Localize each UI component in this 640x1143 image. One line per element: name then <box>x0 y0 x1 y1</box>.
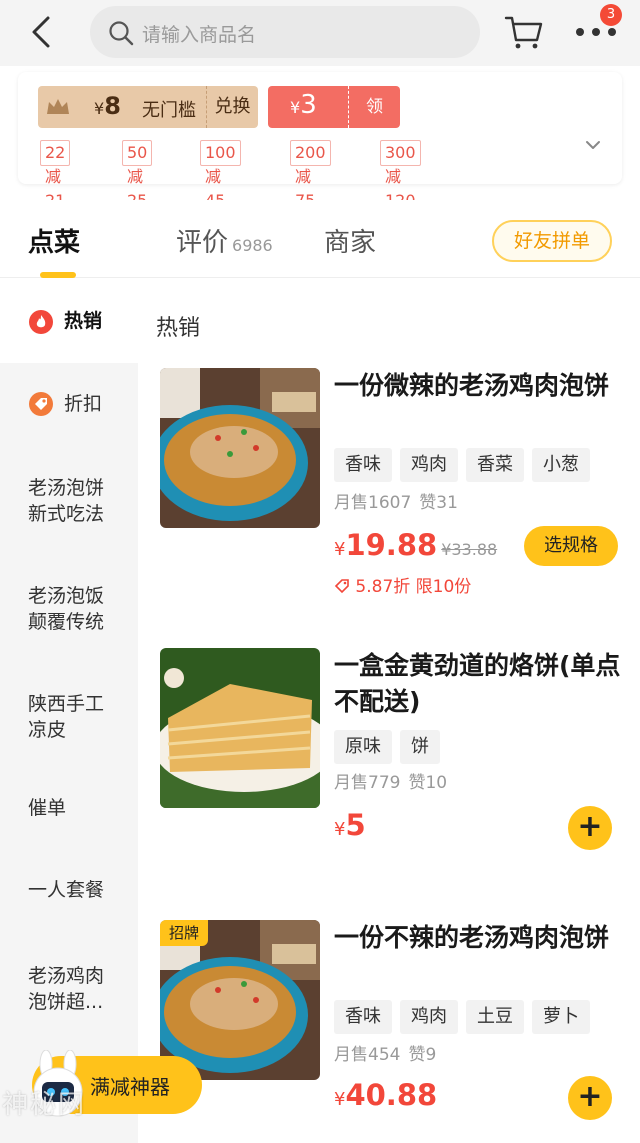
back-arrow-icon[interactable] <box>24 14 60 50</box>
product-tag: 鸡肉 <box>400 1000 458 1034</box>
product-tag: 鸡肉 <box>400 448 458 482</box>
crown-icon <box>47 99 69 114</box>
sidebar-item-label: 热销 <box>64 310 103 332</box>
product-sales: 月售454 赞9 <box>334 1040 444 1065</box>
tab-order[interactable]: 点菜 <box>28 222 80 259</box>
product-tag: 香味 <box>334 1000 392 1034</box>
sidebar-item-category[interactable]: 老汤鸡肉泡饼超... <box>0 943 138 1053</box>
product-price: ¥5 <box>334 808 366 842</box>
product-image[interactable] <box>160 368 320 528</box>
likes-count: 赞31 <box>419 493 458 513</box>
product-item[interactable]: 招牌 一份不辣的老汤鸡肉泡饼 香味 鸡肉 土豆 萝卜 月售454 赞9 ¥40.88 + <box>160 920 630 1120</box>
top-bar: 请输入商品名 3 <box>0 0 640 66</box>
tab-bar: 点菜 评价 6986 商家 好友拼单 <box>0 200 640 278</box>
search-icon <box>109 21 134 46</box>
red-coupon[interactable]: ¥3 领 <box>268 86 400 128</box>
search-placeholder: 请输入商品名 <box>142 24 257 46</box>
product-sales: 月售779 赞10 <box>334 768 455 793</box>
add-to-cart-button[interactable]: + <box>568 1076 612 1120</box>
product-tags: 香味 鸡肉 土豆 萝卜 <box>334 1000 598 1034</box>
product-tag: 原味 <box>334 730 392 764</box>
product-tag: 小葱 <box>532 448 590 482</box>
discount-icon <box>29 392 53 416</box>
product-tag: 香菜 <box>466 448 524 482</box>
promo-tag: 22减21 <box>40 140 71 210</box>
category-sidebar: 热销 折扣 老汤泡饼新式吃法 老汤泡饭颠覆传统 陕西手工凉皮 催单 一人套餐 老… <box>0 279 138 1143</box>
tag-icon <box>334 579 349 594</box>
select-spec-button[interactable]: 选规格 <box>524 526 618 566</box>
voucher-coupon[interactable]: ¥8 无门槛 兑换 <box>38 86 258 128</box>
watermark: 神秘网 <box>2 1090 87 1120</box>
reviews-count: 6986 <box>232 236 273 255</box>
product-price: ¥19.88 ¥33.88 <box>334 528 498 562</box>
original-price: ¥33.88 <box>441 540 498 559</box>
product-tag: 饼 <box>400 730 440 764</box>
product-tag: 土豆 <box>466 1000 524 1034</box>
monthly-sales: 月售1607 <box>334 493 412 513</box>
coupon-card: ¥8 无门槛 兑换 ¥3 领 22减21 50减25 100减45 200减75… <box>18 72 622 210</box>
likes-count: 赞9 <box>408 1045 437 1065</box>
monthly-sales: 月售454 <box>334 1045 401 1065</box>
promo-tag: 200减75 <box>290 140 331 210</box>
product-name: 一份不辣的老汤鸡肉泡饼 <box>334 923 610 952</box>
group-order-button[interactable]: 好友拼单 <box>492 220 612 262</box>
sidebar-item-category[interactable]: 老汤泡饭颠覆传统 <box>0 557 138 667</box>
discount-info: 5.87折 限10份 <box>334 572 471 597</box>
sidebar-item-hot[interactable]: 热销 <box>0 279 138 363</box>
page: 请输入商品名 3 ¥8 无门槛 兑换 ¥3 领 22减21 <box>0 0 640 1143</box>
sidebar-item-category[interactable]: 老汤泡饼新式吃法 <box>0 447 138 557</box>
flame-icon <box>29 310 53 334</box>
promo-tag: 100减45 <box>200 140 241 210</box>
promo-tag: 50减25 <box>122 140 153 210</box>
product-image[interactable] <box>160 648 320 808</box>
coupon-desc: 无门槛 <box>142 100 196 121</box>
likes-count: 赞10 <box>408 773 448 793</box>
product-name: 一份微辣的老汤鸡肉泡饼 <box>334 371 610 400</box>
product-name: 一盒金黄劲道的烙饼(单点不配送) <box>334 651 621 716</box>
product-item[interactable]: 一盒金黄劲道的烙饼(单点不配送) 原味饼 月售779 赞10 ¥5 + <box>160 648 630 850</box>
sidebar-item-category[interactable]: 催单 <box>0 775 138 859</box>
product-tags: 原味饼 <box>334 730 448 764</box>
signature-badge: 招牌 <box>160 920 208 946</box>
product-sales: 月售1607 赞31 <box>334 488 466 513</box>
search-input[interactable]: 请输入商品名 <box>90 6 480 58</box>
discount-helper-label: 满减神器 <box>90 1075 170 1099</box>
redeem-button[interactable]: 兑换 <box>206 86 258 128</box>
sidebar-item-label: 折扣 <box>64 393 103 415</box>
sidebar-item-category[interactable]: 陕西手工凉皮 <box>0 667 138 775</box>
chevron-down-icon[interactable] <box>584 138 602 152</box>
sidebar-item-label: 老汤泡饭颠覆传统 <box>28 585 105 633</box>
sidebar-item-label: 催单 <box>28 797 67 819</box>
cart-icon[interactable] <box>504 12 544 52</box>
notification-badge: 3 <box>600 4 622 26</box>
sidebar-item-label: 陕西手工凉皮 <box>28 693 105 741</box>
product-price: ¥40.88 <box>334 1078 438 1112</box>
product-item[interactable]: 一份微辣的老汤鸡肉泡饼 香味 鸡肉 香菜 小葱 月售1607 赞31 ¥19.88 ¥33… <box>160 368 630 608</box>
section-title: 热销 <box>156 316 201 341</box>
sidebar-item-label: 一人套餐 <box>28 879 105 901</box>
sidebar-item-category[interactable]: 一人套餐 <box>0 859 138 943</box>
sidebar-item-label: 老汤鸡肉泡饼超... <box>28 965 105 1013</box>
product-tag: 香味 <box>334 448 392 482</box>
sidebar-item-label: 老汤泡饼新式吃法 <box>28 477 105 525</box>
product-tag: 萝卜 <box>532 1000 590 1034</box>
product-tags: 香味 鸡肉 香菜 小葱 <box>334 448 598 482</box>
sidebar-item-discount[interactable]: 折扣 <box>0 363 138 447</box>
monthly-sales: 月售779 <box>334 773 401 793</box>
tab-merchant[interactable]: 商家 <box>324 222 376 259</box>
red-coupon-amount: ¥3 <box>290 90 317 120</box>
add-to-cart-button[interactable]: + <box>568 806 612 850</box>
promo-tag: 300减120 <box>380 140 421 210</box>
tab-reviews[interactable]: 评价 6986 <box>176 222 273 259</box>
coupon-amount: ¥8 <box>94 92 121 120</box>
tab-active-indicator <box>40 272 76 278</box>
claim-button[interactable]: 领 <box>348 86 400 128</box>
more-icon[interactable] <box>574 26 618 38</box>
